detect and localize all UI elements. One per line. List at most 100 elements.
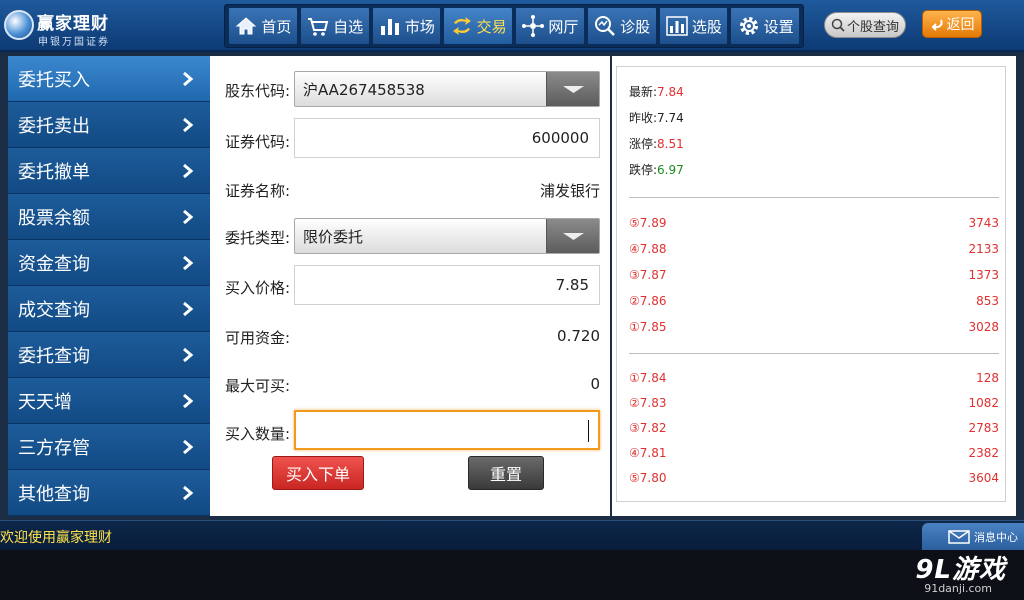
sidebar-item-funds[interactable]: 资金查询	[8, 240, 210, 286]
message-center-label: 消息中心	[974, 531, 1018, 544]
status-bar: 欢迎使用赢家理财 消息中心	[0, 520, 1024, 551]
sidebar-item-buy[interactable]: 委托买入	[8, 56, 210, 102]
bid-price: 7.82	[639, 421, 667, 435]
chevron-right-icon	[183, 347, 194, 362]
ask-level: ②	[629, 294, 640, 308]
sidebar-item-label: 委托卖出	[18, 115, 90, 137]
limit-up-label: 涨停:	[629, 137, 658, 151]
dropdown-button[interactable]	[546, 72, 599, 106]
ask-volume: 853	[976, 294, 999, 308]
sidebar-item-label: 天天增	[18, 391, 72, 413]
bid-row: ④7.81 2382	[629, 446, 999, 464]
ask-row: ②7.86 853	[629, 294, 999, 312]
logo-subtitle: 申银万国证券	[38, 37, 110, 48]
max-buy-value: 0	[590, 375, 600, 393]
sidebar-item-depository[interactable]: 三方存管	[8, 424, 210, 470]
limit-up: 涨停:8.51	[629, 135, 684, 152]
dropdown-button[interactable]	[546, 219, 599, 253]
available-funds-value: 0.720	[557, 327, 600, 345]
bid-volume: 128	[976, 371, 999, 385]
ask-price: 7.86	[639, 294, 667, 308]
diagnose-icon	[595, 16, 615, 36]
chevron-right-icon	[183, 393, 194, 408]
latest-value: 7.84	[657, 85, 684, 99]
nav-watchlist[interactable]: 自选	[299, 7, 370, 45]
buy-order-form: 股东代码: 沪AA267458538 证券代码: 600000 证券名称: 浦发…	[210, 56, 610, 516]
limit-down: 跌停:6.97	[629, 161, 684, 178]
sidebar-item-label: 委托买入	[18, 69, 90, 91]
submit-buy-button[interactable]: 买入下单	[272, 456, 364, 490]
nav-diagnose-label: 诊股	[620, 17, 651, 36]
ask-row: ④7.88 2133	[629, 242, 999, 260]
bid-price: 7.84	[639, 371, 667, 385]
sidebar-item-label: 其他查询	[18, 483, 90, 505]
exchange-icon	[452, 17, 471, 35]
nav-trade-label: 交易	[476, 17, 507, 36]
bid-level: ①	[629, 371, 640, 385]
divider	[629, 353, 999, 354]
sidebar-item-other[interactable]: 其他查询	[8, 470, 210, 516]
chevron-right-icon	[183, 71, 194, 86]
nav-diagnose[interactable]: 诊股	[586, 7, 657, 45]
logo-title: 赢家理财	[37, 14, 109, 34]
bid-row: ⑤7.80 3604	[629, 471, 999, 489]
sidebar-item-cancel[interactable]: 委托撤单	[8, 148, 210, 194]
reset-button[interactable]: 重置	[468, 456, 544, 490]
bid-volume: 1082	[968, 396, 999, 410]
welcome-text: 欢迎使用赢家理财	[0, 530, 112, 546]
sidebar-item-label: 三方存管	[18, 437, 90, 459]
latest-label: 最新:	[629, 85, 658, 99]
nav-watchlist-label: 自选	[333, 17, 364, 36]
divider	[629, 197, 999, 198]
holder-code-select[interactable]: 沪AA267458538	[294, 71, 600, 107]
gear-icon	[739, 17, 758, 35]
logo-badge-icon	[4, 10, 34, 40]
buy-price-input[interactable]: 7.85	[294, 265, 600, 305]
available-funds-label: 可用资金:	[225, 329, 291, 347]
order-type-select[interactable]: 限价委托	[294, 218, 600, 254]
bid-level: ③	[629, 421, 640, 435]
quote-box: 最新:7.84 昨收:7.74 涨停:8.51 跌停:6.97 ⑤7.89 37…	[616, 66, 1006, 502]
sidebar-item-orders[interactable]: 委托查询	[8, 332, 210, 378]
ask-volume: 2133	[968, 242, 999, 256]
nav-stock-pick[interactable]: 选股	[658, 7, 729, 45]
app-logo: 赢家理财 申银万国证券	[4, 6, 214, 48]
security-code-input[interactable]: 600000	[294, 118, 600, 158]
text-caret	[588, 420, 589, 442]
nav-home[interactable]: 首页	[228, 7, 298, 45]
nav-settings[interactable]: 设置	[730, 7, 800, 45]
buy-price-label: 买入价格:	[225, 279, 291, 297]
ask-level: ④	[629, 242, 640, 256]
ask-price: 7.87	[639, 268, 667, 282]
bid-price: 7.83	[639, 396, 667, 410]
stock-search-button[interactable]: 个股查询	[824, 12, 906, 38]
sidebar-item-holdings[interactable]: 股票余额	[8, 194, 210, 240]
order-type-value: 限价委托	[303, 227, 364, 246]
sidebar-item-sell[interactable]: 委托卖出	[8, 102, 210, 148]
message-center-button[interactable]: 消息中心	[922, 523, 1024, 551]
nav-trade[interactable]: 交易	[443, 7, 513, 45]
chevron-right-icon	[183, 209, 194, 224]
ask-level: ③	[629, 268, 640, 282]
ask-volume: 3028	[968, 320, 999, 334]
holder-code-value: 沪AA267458538	[303, 80, 425, 99]
stock-pick-icon	[666, 16, 688, 36]
sidebar-item-daily-gain[interactable]: 天天增	[8, 378, 210, 424]
sidebar-item-label: 股票余额	[18, 207, 90, 229]
search-icon	[831, 18, 845, 32]
watermark-url: 91danji.com	[924, 582, 992, 595]
max-buy-label: 最大可买:	[225, 377, 291, 395]
sidebar-item-deals[interactable]: 成交查询	[8, 286, 210, 332]
envelope-icon	[948, 530, 970, 544]
bid-row: ①7.84 128	[629, 371, 999, 389]
buy-quantity-input[interactable]	[294, 410, 600, 450]
limit-down-label: 跌停:	[629, 163, 658, 177]
ask-row: ③7.87 1373	[629, 268, 999, 286]
nav-settings-label: 设置	[763, 17, 794, 36]
nav-market[interactable]: 市场	[371, 7, 442, 45]
security-code-label: 证券代码:	[225, 133, 291, 151]
back-button[interactable]: 返回	[922, 10, 982, 38]
nav-stock-pick-label: 选股	[691, 17, 722, 36]
nav-hall[interactable]: 网厅	[515, 7, 585, 45]
sidebar-item-label: 委托撤单	[18, 161, 90, 183]
